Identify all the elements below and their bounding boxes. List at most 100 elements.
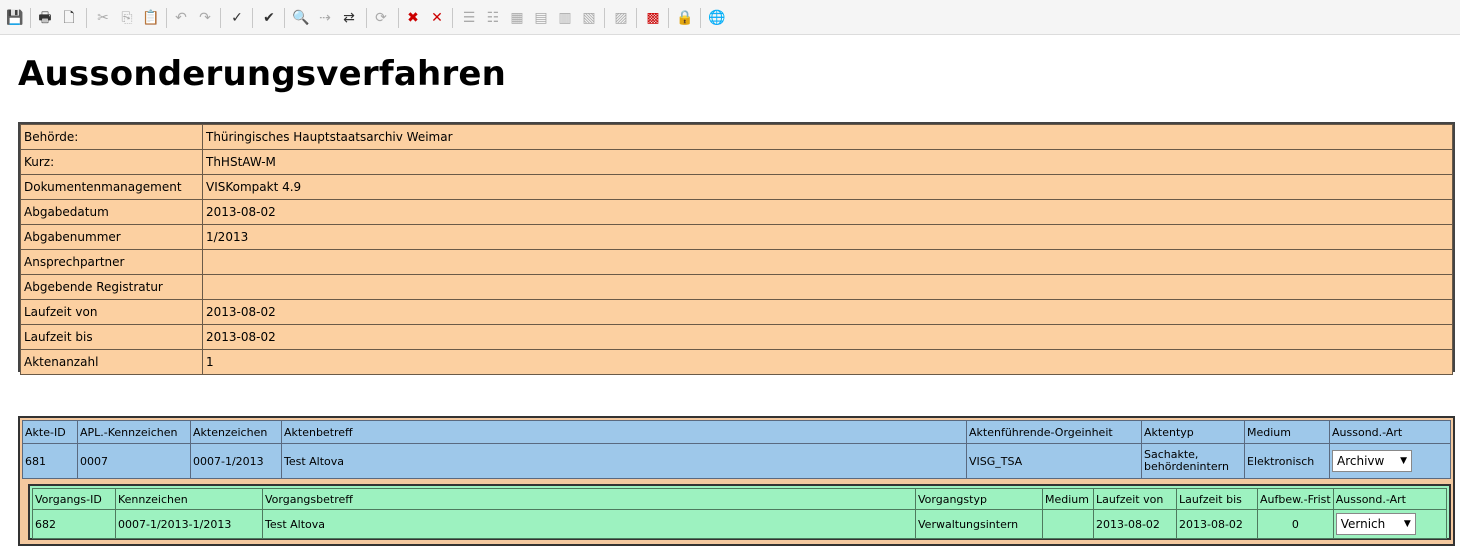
insert-table-icon[interactable]: ▦ — [506, 7, 528, 29]
layout-icon[interactable]: ▨ — [610, 7, 632, 29]
info-value[interactable]: Thüringisches Hauptstaatsarchiv Weimar — [202, 124, 1453, 150]
kennzeichen-cell[interactable]: 0007-1/2013-1/2013 — [115, 509, 263, 539]
info-row: Behörde: Thüringisches Hauptstaatsarchiv… — [20, 124, 1453, 150]
info-row: Abgabenummer 1/2013 — [20, 224, 1453, 250]
column-header: Aussond.-Art — [1332, 488, 1448, 510]
medium-cell[interactable] — [1042, 509, 1094, 539]
column-header: Medium — [1244, 420, 1330, 444]
info-value[interactable]: VISKompakt 4.9 — [202, 174, 1453, 200]
undo-icon[interactable]: ↶ — [170, 7, 192, 29]
toolbar-separator — [252, 8, 253, 28]
insert-row-icon[interactable]: ☰ — [458, 7, 480, 29]
find-icon[interactable]: 🔍 — [290, 7, 312, 29]
toolbar-separator — [30, 8, 31, 28]
orgeinheit-cell[interactable]: VISG_TSA — [966, 443, 1142, 479]
info-row: Abgabedatum 2013-08-02 — [20, 199, 1453, 225]
column-header: APL.-Kennzeichen — [77, 420, 191, 444]
info-label: Ansprechpartner — [20, 249, 203, 275]
info-value[interactable]: 2013-08-02 — [202, 299, 1453, 325]
info-label: Dokumentenmanagement — [20, 174, 203, 200]
vorgangstyp-cell[interactable]: Verwaltungsintern — [915, 509, 1043, 539]
aussond-art-value: Archivw — [1337, 454, 1385, 468]
toolbar-separator — [398, 8, 399, 28]
aufbew-frist-cell[interactable]: 0 — [1257, 509, 1334, 539]
find-next-icon[interactable]: ⇢ — [314, 7, 336, 29]
aktenzeichen-cell[interactable]: 0007-1/2013 — [190, 443, 282, 479]
toolbar-separator — [636, 8, 637, 28]
validate-icon[interactable]: ✓ — [226, 7, 248, 29]
info-row: Aktenanzahl 1 — [20, 349, 1453, 375]
refresh-icon[interactable]: ⟳ — [370, 7, 392, 29]
table-icon[interactable]: ▤ — [530, 7, 552, 29]
laufzeit-von-cell[interactable]: 2013-08-02 — [1093, 509, 1177, 539]
info-row: Dokumentenmanagement VISKompakt 4.9 — [20, 174, 1453, 200]
paste-icon[interactable]: 📋 — [140, 7, 162, 29]
header-info-panel: Behörde: Thüringisches Hauptstaatsarchiv… — [18, 122, 1455, 375]
info-value[interactable] — [202, 274, 1453, 300]
info-row: Abgebende Registratur — [20, 274, 1453, 300]
laufzeit-bis-cell[interactable]: 2013-08-02 — [1176, 509, 1258, 539]
column-header: Aktenbetreff — [281, 420, 967, 444]
aussond-art-select[interactable]: Vernich ▼ — [1335, 513, 1416, 535]
print-preview-icon[interactable]: 🗋 — [58, 7, 80, 29]
delete-row-icon[interactable]: ✖ — [402, 7, 424, 29]
spellcheck-icon[interactable]: ✔ — [258, 7, 280, 29]
column-header: Aufbew.-Frist — [1257, 488, 1334, 510]
aussond-art-select[interactable]: Archivw ▼ — [1332, 450, 1412, 472]
apl-cell[interactable]: 0007 — [77, 443, 191, 479]
table-split-icon[interactable]: ▧ — [578, 7, 600, 29]
toolbar: 💾 🖶 🗋 ✂ ⎘ 📋 ↶ ↷ ✓ ✔ 🔍 ⇢ ⇄ ⟳ ✖ ✕ ☰ ☷ ▦ ▤ … — [0, 0, 1460, 35]
page-title: Aussonderungsverfahren — [18, 54, 507, 94]
column-header: Vorgangs-ID — [32, 488, 116, 510]
column-header: Vorgangsbetreff — [262, 488, 916, 510]
info-value[interactable]: 2013-08-02 — [202, 199, 1453, 225]
akte-panel: Akte-ID APL.-Kennzeichen Aktenzeichen Ak… — [18, 416, 1455, 546]
column-header: Laufzeit von — [1093, 488, 1177, 510]
info-value[interactable] — [202, 249, 1453, 275]
info-label: Aktenanzahl — [20, 349, 203, 375]
info-label: Abgabedatum — [20, 199, 203, 225]
akte-id-cell[interactable]: 681 — [22, 443, 78, 479]
aktenbetreff-cell[interactable]: Test Altova — [281, 443, 967, 479]
table-row: 681 0007 0007-1/2013 Test Altova VISG_TS… — [22, 443, 1451, 479]
column-header: Medium — [1042, 488, 1094, 510]
pdf-icon[interactable]: ▩ — [642, 7, 664, 29]
column-header: Aussond.-Art — [1329, 420, 1451, 444]
vorgangsbetreff-cell[interactable]: Test Altova — [262, 509, 916, 539]
column-header: Aktenführende-Orgeinheit — [966, 420, 1142, 444]
info-value[interactable]: 1 — [202, 349, 1453, 375]
info-value[interactable]: ThHStAW-M — [202, 149, 1453, 175]
medium-cell[interactable]: Elektronisch — [1244, 443, 1330, 479]
info-label: Abgabenummer — [20, 224, 203, 250]
info-value[interactable]: 2013-08-02 — [202, 324, 1453, 350]
info-label: Laufzeit von — [20, 299, 203, 325]
save-icon[interactable]: 💾 — [4, 7, 26, 29]
lock-icon[interactable]: 🔒 — [674, 7, 696, 29]
info-row: Kurz: ThHStAW-M — [20, 149, 1453, 175]
delete-col-icon[interactable]: ✕ — [426, 7, 448, 29]
globe-icon[interactable]: 🌐 — [706, 7, 728, 29]
akte-header-row: Akte-ID APL.-Kennzeichen Aktenzeichen Ak… — [22, 420, 1451, 444]
redo-icon[interactable]: ↷ — [194, 7, 216, 29]
vorgang-table: Vorgangs-ID Kennzeichen Vorgangsbetreff … — [32, 488, 1448, 539]
column-header: Vorgangstyp — [915, 488, 1043, 510]
aktentyp-cell[interactable]: Sachakte, behördenintern — [1141, 443, 1245, 479]
column-header: Kennzeichen — [115, 488, 263, 510]
header-info-table: Behörde: Thüringisches Hauptstaatsarchiv… — [20, 124, 1453, 375]
chevron-down-icon: ▼ — [1400, 456, 1407, 466]
toolbar-separator — [700, 8, 701, 28]
copy-icon[interactable]: ⎘ — [116, 7, 138, 29]
replace-icon[interactable]: ⇄ — [338, 7, 360, 29]
column-header: Akte-ID — [22, 420, 78, 444]
toolbar-separator — [452, 8, 453, 28]
cut-icon[interactable]: ✂ — [92, 7, 114, 29]
table-props-icon[interactable]: ▥ — [554, 7, 576, 29]
column-header: Aktenzeichen — [190, 420, 282, 444]
toolbar-separator — [366, 8, 367, 28]
vorgang-panel: Vorgangs-ID Kennzeichen Vorgangsbetreff … — [28, 484, 1451, 540]
print-icon[interactable]: 🖶 — [34, 7, 56, 29]
append-row-icon[interactable]: ☷ — [482, 7, 504, 29]
info-row: Ansprechpartner — [20, 249, 1453, 275]
info-value[interactable]: 1/2013 — [202, 224, 1453, 250]
vorgang-id-cell[interactable]: 682 — [32, 509, 116, 539]
